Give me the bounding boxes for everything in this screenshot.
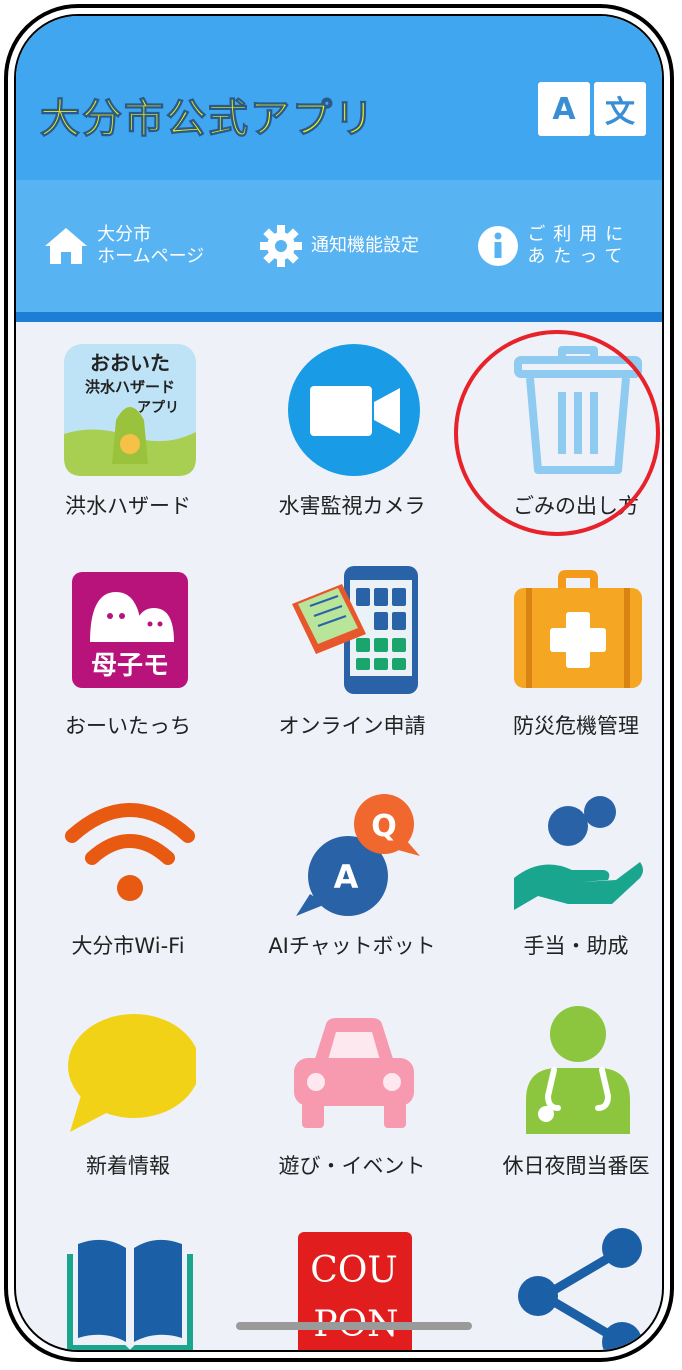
doctor-icon [526, 1006, 630, 1134]
tile-label: 手当・助成 [523, 934, 629, 958]
language-button[interactable]: A 文 [538, 82, 646, 136]
home-icon [45, 228, 88, 264]
tile-share[interactable] [476, 1202, 662, 1350]
tile-label: 洪水ハザード [65, 494, 191, 518]
tile-oitacchi[interactable]: 母子モ おーいたっち [28, 542, 228, 762]
video-camera-icon [288, 344, 420, 476]
tile-book[interactable] [28, 1202, 228, 1350]
tile-label: おーいたっち [65, 714, 191, 738]
tile-label: 新着情報 [86, 1154, 170, 1178]
tile-events[interactable]: 遊び・イベント [252, 982, 452, 1202]
home-indicator[interactable] [236, 1322, 472, 1330]
svg-text:母子モ: 母子モ [91, 651, 169, 681]
tile-news[interactable]: 新着情報 [28, 982, 228, 1202]
nav-notification-settings[interactable]: 通知機能設定 [231, 224, 446, 268]
tile-allowance[interactable]: 手当・助成 [476, 762, 662, 982]
info-icon [478, 226, 519, 266]
share-icon [518, 1228, 642, 1350]
nav-notification-label: 通知機能設定 [310, 235, 419, 256]
online-application-icon [292, 566, 418, 694]
tile-disaster-management[interactable]: 防災危機管理 [476, 542, 662, 762]
svg-text:A: A [334, 858, 359, 896]
language-kanji-icon: 文 [594, 82, 646, 136]
tile-label: 防災危機管理 [513, 714, 639, 738]
first-aid-kit-icon [514, 570, 642, 688]
nav-usage-info[interactable]: ご利用に あたって [447, 224, 662, 268]
language-a-icon: A [538, 82, 590, 136]
car-icon [294, 1018, 414, 1128]
tile-ai-chatbot[interactable]: A Q AIチャットボット [252, 762, 452, 982]
chat-qa-icon: A Q [296, 794, 420, 916]
wifi-icon [65, 803, 195, 901]
hand-support-icon [514, 796, 643, 910]
svg-text:Q: Q [371, 809, 397, 844]
app-screen: 大分市公式アプリ A 文 大分市 ホームページ 通知機能設定 ご利用に あたって… [14, 14, 664, 1352]
app-title: 大分市公式アプリ [40, 96, 376, 143]
tile-flood-camera[interactable]: 水害監視カメラ [252, 322, 452, 542]
phone-frame: 大分市公式アプリ A 文 大分市 ホームページ 通知機能設定 ご利用に あたって… [4, 4, 674, 1362]
svg-text:おおいた: おおいた [90, 351, 170, 375]
tile-label: 休日夜間当番医 [502, 1154, 650, 1178]
nav-homepage-label: 大分市 ホームページ [97, 224, 205, 267]
tile-label: オンライン申請 [278, 714, 426, 738]
tile-label: 遊び・イベント [278, 1154, 426, 1178]
svg-text:COU: COU [310, 1250, 397, 1291]
speech-bubble-icon [68, 1014, 196, 1132]
flood-hazard-app-icon: おおいた 洪水ハザード アプリ [64, 344, 196, 476]
nav-usage-label: ご利用に あたって [527, 224, 632, 267]
highlight-circle [454, 330, 660, 536]
tile-flood-hazard[interactable]: おおいた 洪水ハザード アプリ 洪水ハザード [28, 322, 228, 542]
coupon-icon: COU PON [298, 1232, 412, 1350]
tile-label: 大分市Wi-Fi [71, 934, 185, 958]
book-icon [67, 1239, 193, 1350]
tile-holiday-doctor[interactable]: 休日夜間当番医 [476, 982, 662, 1202]
top-nav: 大分市 ホームページ 通知機能設定 ご利用に あたって [16, 180, 662, 322]
tile-wifi[interactable]: 大分市Wi-Fi [28, 762, 228, 982]
tile-label: AIチャットボット [268, 934, 436, 958]
tile-label: 水害監視カメラ [278, 494, 426, 518]
app-header: 大分市公式アプリ A 文 [16, 16, 662, 180]
tile-online-application[interactable]: オンライン申請 [252, 542, 452, 762]
svg-text:洪水ハザード: 洪水ハザード [85, 378, 175, 396]
mother-child-app-icon: 母子モ [72, 572, 188, 688]
gear-icon [259, 225, 302, 267]
svg-text:アプリ: アプリ [137, 400, 179, 416]
nav-homepage[interactable]: 大分市 ホームページ [16, 224, 231, 268]
